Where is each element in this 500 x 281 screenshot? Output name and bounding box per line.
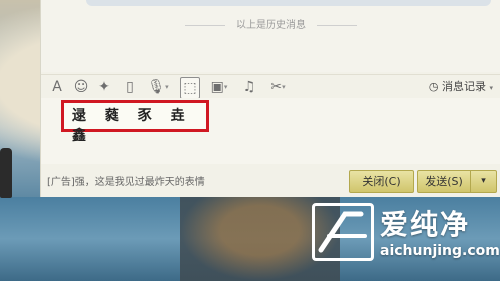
message-input[interactable]: 逯 蕤 豕 垚 鑫 <box>41 98 500 164</box>
watermark-url: aichunjing.com <box>380 243 500 259</box>
scissors-icon[interactable]: ✂▾ <box>263 77 293 97</box>
image-icon[interactable]: ▣▾ <box>204 77 234 97</box>
emoji-icon[interactable]: ☺ <box>73 77 89 97</box>
voice-icon[interactable]: 🎙▾ <box>145 77 171 97</box>
divider-line-right <box>317 24 358 26</box>
message-history-area: 以上是历史消息 <box>41 0 500 72</box>
font-icon[interactable]: A <box>49 77 65 97</box>
clock-icon: ◷ <box>428 80 439 93</box>
glyph-2: 蕤 <box>104 108 121 124</box>
history-scrollbar[interactable] <box>86 0 491 6</box>
chevron-down-icon: ▾ <box>489 84 493 92</box>
message-history-button[interactable]: ◷ 消息记录 ▾ <box>429 77 493 97</box>
chevron-down-icon: ▾ <box>481 176 486 186</box>
ad-link[interactable]: [广告]强，这是我见过最炸天的表情 <box>41 173 347 193</box>
vibrate-icon[interactable]: ▯ <box>121 77 139 97</box>
input-glyphs: 逯 蕤 豕 垚 鑫 <box>72 105 206 145</box>
history-divider: 以上是历史消息 <box>41 16 500 31</box>
background-person <box>0 148 12 198</box>
glyph-5: 鑫 <box>72 128 88 144</box>
highlight-box: 逯 蕤 豕 垚 鑫 <box>61 100 209 144</box>
logo-mark-icon <box>312 203 374 261</box>
screenshot-icon[interactable]: ⬚ <box>180 77 200 99</box>
glyph-4: 垚 <box>170 108 187 124</box>
chat-window: 以上是历史消息 A ☺ ✦ ▯ 🎙▾ ⬚ ▣▾ ♫ ✂▾ ◷ 消息记录 ▾ 逯 … <box>40 0 500 197</box>
logo-mark-svg <box>318 211 367 253</box>
magic-wand-icon[interactable]: ✦ <box>96 77 112 97</box>
send-button[interactable]: 发送(S) <box>417 170 471 193</box>
close-button[interactable]: 关闭(C) <box>349 170 414 193</box>
input-toolbar: A ☺ ✦ ▯ 🎙▾ ⬚ ▣▾ ♫ ✂▾ ◷ 消息记录 ▾ <box>41 74 500 99</box>
watermark-brand: 爱纯净 <box>380 208 471 241</box>
divider-line-left <box>184 24 225 26</box>
music-icon[interactable]: ♫ <box>241 77 257 97</box>
glyph-1: 逯 <box>72 108 88 124</box>
glyph-3: 豕 <box>137 108 154 124</box>
send-options-button[interactable]: ▾ <box>470 170 497 193</box>
history-divider-label: 以上是历史消息 <box>236 20 306 31</box>
message-history-label: 消息记录 <box>441 80 486 93</box>
watermark-logo: 爱纯净 aichunjing.com <box>312 203 500 281</box>
